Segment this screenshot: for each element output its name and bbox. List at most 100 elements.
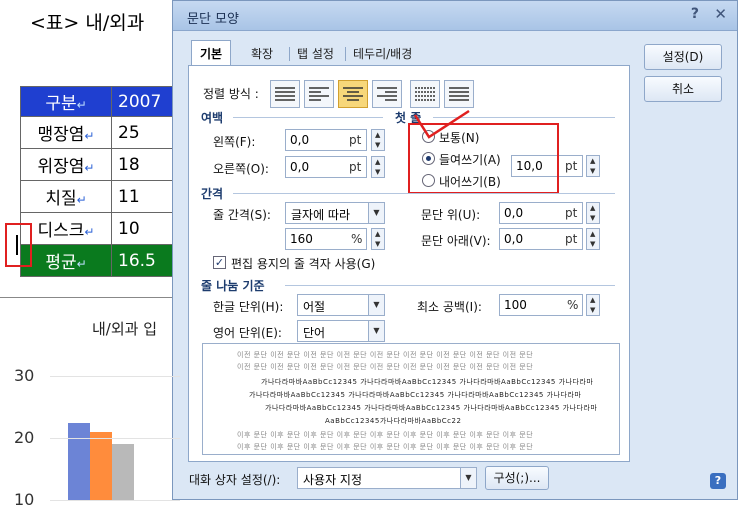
help-question-icon[interactable]: ?	[710, 473, 726, 489]
header-label-category: 구분	[45, 94, 77, 114]
chart-title: 내/외과 입	[92, 320, 158, 338]
align-divide-button[interactable]	[444, 80, 474, 108]
space-after-spinner[interactable]: ▲ ▼	[586, 228, 600, 250]
preview-next-line: 이후 문단 이후 문단 이후 문단 이후 문단 이후 문단 이후 문단 이후 문…	[237, 443, 534, 451]
spin-down-icon: ▼	[590, 167, 596, 175]
hangul-unit-label: 한글 단위(H):	[213, 300, 284, 314]
chart-bar[interactable]	[90, 431, 112, 500]
align-distribute-icon	[415, 87, 435, 101]
align-right-icon	[377, 87, 397, 101]
paragraph-preview: 이전 문단 이전 문단 이전 문단 이전 문단 이전 문단 이전 문단 이전 문…	[202, 343, 620, 455]
tab-basic[interactable]: 기본	[191, 40, 232, 66]
preview-prev-line: 이전 문단 이전 문단 이전 문단 이전 문단 이전 문단 이전 문단 이전 문…	[237, 351, 534, 359]
spacing-section-title: 간격	[201, 187, 224, 201]
row-label: 맹장염	[37, 125, 85, 145]
align-center-button[interactable]	[338, 80, 368, 108]
english-unit-label: 영어 단위(E):	[213, 326, 282, 340]
chevron-down-icon: ▼	[368, 203, 384, 223]
tab-tab-settings[interactable]: 탭 설정	[289, 41, 342, 65]
row-value: 11	[118, 186, 140, 207]
document-title: <표> 내/외과	[30, 12, 145, 34]
return-mark-icon: ↵	[76, 98, 87, 112]
return-mark-icon: ↵	[84, 161, 95, 175]
return-mark-icon: ↵	[76, 257, 87, 271]
header-label-year: 2007	[118, 91, 162, 112]
chart-bar[interactable]	[112, 444, 134, 500]
min-space-label: 최소 공백(I):	[417, 300, 482, 314]
row-label: 위장염	[37, 157, 85, 177]
tab-extended[interactable]: 확장	[243, 41, 281, 65]
data-table: 구분↵ 2007 맹장염↵ 25 위장염↵ 18 치질↵ 11 디스크↵ 10 …	[20, 86, 192, 277]
table-footer-cell[interactable]: 평균↵	[20, 244, 112, 277]
y-gridline	[50, 438, 180, 439]
hangul-unit-value: 어절	[303, 300, 326, 314]
space-before-spinner[interactable]: ▲ ▼	[586, 202, 600, 224]
alignment-label: 정렬 방식 :	[203, 87, 259, 101]
chart-bar[interactable]	[68, 422, 90, 500]
table-row: 디스크↵ 10	[20, 212, 192, 245]
align-left-button[interactable]	[304, 80, 334, 108]
preview-sample-line: 가나다라마바AaBbCc12345 가나다라마바AaBbCc12345 가나다라…	[265, 404, 598, 412]
space-after-label: 문단 아래(V):	[421, 234, 491, 248]
config-button[interactable]: 구성(;)...	[485, 466, 549, 490]
left-margin-label: 왼쪽(F):	[213, 135, 256, 149]
line-spacing-type-select[interactable]: 글자에 따라 ▼	[285, 202, 385, 224]
hangul-unit-select[interactable]: 어절 ▼	[297, 294, 385, 316]
left-margin-spinner[interactable]: ▲ ▼	[371, 129, 385, 151]
right-margin-spinner[interactable]: ▲ ▼	[371, 156, 385, 178]
table-header-cell[interactable]: 구분↵	[20, 86, 112, 117]
spin-up-icon: ▲	[375, 158, 381, 166]
table-cell[interactable]: 위장염↵	[20, 148, 112, 181]
section-divider	[285, 285, 615, 286]
align-justify-icon	[275, 87, 295, 101]
dialog-preset-select[interactable]: 사용자 지정 ▼	[297, 467, 477, 489]
spin-up-icon: ▲	[590, 204, 596, 212]
help-icon[interactable]: ?	[691, 6, 699, 22]
margin-section-title: 여백	[201, 111, 224, 125]
dialog-titlebar[interactable]: 문단 모양 ? ✕	[173, 1, 737, 31]
right-margin-unit: pt	[349, 160, 362, 174]
table-cell[interactable]: 디스크↵	[20, 212, 112, 245]
align-justify-button[interactable]	[270, 80, 300, 108]
space-before-label: 문단 위(U):	[421, 208, 481, 222]
preview-prev-line: 이전 문단 이전 문단 이전 문단 이전 문단 이전 문단 이전 문단 이전 문…	[237, 363, 534, 371]
tab-border-background[interactable]: 테두리/배경	[345, 41, 420, 65]
footer-label: 평균	[45, 253, 77, 273]
spin-down-icon: ▼	[590, 214, 596, 222]
y-gridline	[50, 376, 180, 377]
spin-down-icon: ▼	[375, 240, 381, 248]
align-right-button[interactable]	[372, 80, 402, 108]
section-divider	[233, 117, 383, 118]
ok-button[interactable]: 설정(D)	[644, 44, 722, 70]
table-cell[interactable]: 치질↵	[20, 180, 112, 213]
spin-up-icon: ▲	[590, 157, 596, 165]
english-unit-select[interactable]: 단어 ▼	[297, 320, 385, 342]
chevron-down-icon: ▼	[368, 295, 384, 315]
text-cursor-highlight	[5, 223, 32, 267]
indent-spinner[interactable]: ▲ ▼	[586, 155, 600, 177]
english-unit-value: 단어	[303, 326, 326, 340]
min-space-unit: %	[567, 298, 579, 312]
cancel-button[interactable]: 취소	[644, 76, 722, 102]
min-space-spinner[interactable]: ▲ ▼	[586, 294, 600, 316]
table-cell[interactable]: 맹장염↵	[20, 116, 112, 149]
spin-down-icon: ▼	[590, 306, 596, 314]
row-value: 25	[118, 122, 140, 143]
y-gridline	[50, 500, 180, 501]
align-distribute-button[interactable]	[410, 80, 440, 108]
line-break-section-title: 줄 나눔 기준	[201, 279, 265, 293]
grid-checkbox[interactable]: ✓	[213, 256, 226, 269]
line-spacing-spinner[interactable]: ▲ ▼	[371, 228, 385, 250]
dialog-settings-label: 대화 상자 설정(/):	[189, 473, 281, 487]
grid-checkbox-label[interactable]: 편집 용지의 줄 격자 사용(G)	[231, 255, 375, 272]
preview-next-line: 이후 문단 이후 문단 이후 문단 이후 문단 이후 문단 이후 문단 이후 문…	[237, 431, 534, 439]
close-icon[interactable]: ✕	[714, 5, 727, 23]
spin-down-icon: ▼	[375, 168, 381, 176]
align-center-icon	[343, 87, 363, 101]
preview-sample-line: 가나다라마바AaBbCc12345 가나다라마바AaBbCc12345 가나다라…	[249, 391, 582, 399]
right-margin-label: 오른쪽(O):	[213, 162, 269, 176]
paragraph-shape-dialog: 문단 모양 ? ✕ 기본 확장 탭 설정 테두리/배경 정렬 방식 : 여백 왼…	[172, 0, 738, 500]
table-footer-row: 평균↵ 16.5	[20, 244, 192, 277]
chevron-down-icon: ▼	[460, 468, 476, 488]
line-spacing-type-value: 글자에 따라	[291, 208, 351, 222]
